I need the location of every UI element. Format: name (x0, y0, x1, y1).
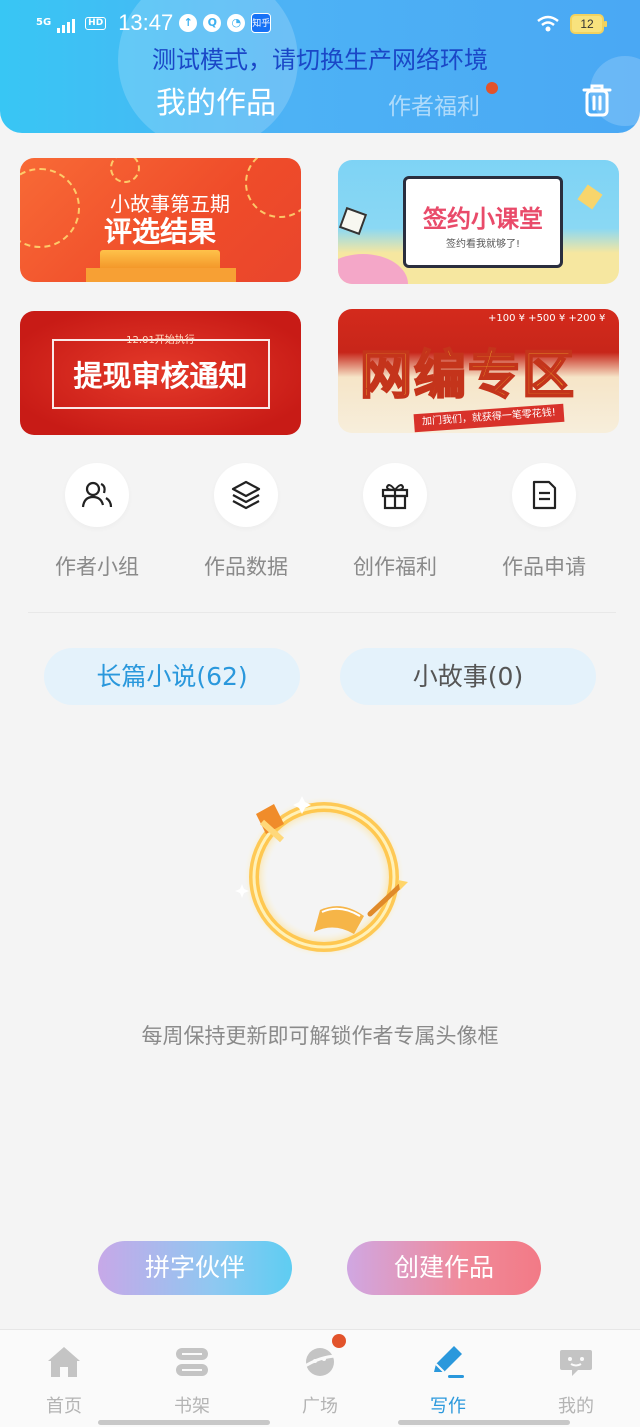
wifi-icon (537, 15, 559, 32)
menu-label: 创作福利 (353, 555, 437, 579)
menu-circle (65, 463, 129, 527)
network-type: 5G (36, 17, 52, 28)
banner-withdraw-notice[interactable]: 12.01开始执行 提现审核通知 (20, 311, 301, 435)
chat-face-icon (560, 1350, 592, 1376)
nav-home[interactable]: 首页 (14, 1342, 114, 1418)
menu-work-application[interactable]: 作品申请 (494, 463, 594, 581)
status-time: 13:47 (118, 10, 174, 35)
page-title[interactable]: 我的作品 (156, 78, 276, 122)
nav-bookshelf[interactable]: 书架 (142, 1342, 242, 1418)
hd-badge: HD (85, 16, 107, 30)
bookshelf-icon (176, 1348, 208, 1376)
bottom-nav: 首页 书架 广场 写作 我的 (0, 1329, 640, 1427)
home-indicator (98, 1420, 270, 1425)
banner-card: 签约小课堂 签约看我就够了! (403, 176, 563, 268)
banner-signing-subtitle: 签约看我就够了! (445, 239, 520, 250)
cube-decoration (577, 184, 603, 210)
layers-icon (231, 480, 261, 510)
battery-indicator: 12 (570, 14, 607, 34)
q-app-icon: Q (203, 14, 222, 32)
nav-label: 我的 (558, 1396, 594, 1417)
trash-icon[interactable] (580, 82, 614, 118)
nav-label: 首页 (46, 1396, 82, 1417)
menu-author-group[interactable]: 作者小组 (47, 463, 147, 581)
stage-decoration (86, 268, 236, 282)
firework-decoration (20, 168, 80, 248)
banner-story-results[interactable]: 小故事第五期 评选结果 (20, 158, 301, 282)
banner-editor-ribbon: 加门我们，就获得一笔零花钱! (413, 403, 565, 433)
planet-icon (301, 1348, 339, 1376)
writing-partner-button[interactable]: 拼字伙伴 (98, 1241, 292, 1295)
status-bar: 5G HD 13:47 ↑ Q ◔ 知乎 12 (0, 8, 640, 42)
banner-signing-title: 签约小课堂 (423, 205, 543, 233)
upload-icon: ↑ (179, 14, 198, 32)
nav-label: 写作 (430, 1396, 466, 1417)
tab-author-welfare[interactable]: 作者福利 (388, 87, 480, 121)
pen-icon (434, 1346, 464, 1378)
banner-story-line2: 评选结果 (104, 215, 217, 248)
author-group-icon (81, 481, 113, 508)
nav-label: 书架 (174, 1396, 210, 1417)
menu-label: 作者小组 (55, 555, 139, 579)
banner-money-text: +100 ¥ +500 ¥ +200 ¥ (488, 313, 606, 324)
section-divider (28, 612, 616, 613)
banner-withdraw-title: 提现审核通知 (73, 359, 248, 393)
firework-decoration (245, 158, 301, 218)
firework-decoration (110, 158, 140, 183)
shape-decoration (338, 254, 408, 284)
menu-creation-welfare[interactable]: 创作福利 (345, 463, 445, 581)
notification-dot (332, 1334, 346, 1348)
menu-label: 作品申请 (502, 555, 586, 579)
nav-write[interactable]: 写作 (398, 1342, 498, 1418)
signal-icon (57, 19, 76, 33)
menu-work-data[interactable]: 作品数据 (196, 463, 296, 581)
menu-label: 作品数据 (204, 555, 288, 579)
menu-circle (214, 463, 278, 527)
tab-long-novel[interactable]: 长篇小说(62) (44, 648, 300, 705)
tab-short-story[interactable]: 小故事(0) (340, 648, 596, 705)
gift-icon (381, 484, 409, 510)
banner-editor-zone[interactable]: +100 ¥ +500 ¥ +200 ¥ 网编专区 加门我们，就获得一笔零花钱! (338, 309, 619, 433)
zhihu-app-icon: 知乎 (251, 13, 272, 33)
home-icon (48, 1347, 80, 1377)
create-work-button[interactable]: 创建作品 (347, 1241, 541, 1295)
compass-icon: ◔ (227, 14, 246, 32)
banner-editor-title: 网编专区 (359, 345, 577, 407)
banner-withdraw-date: 12.01开始执行 (126, 335, 195, 346)
cube-decoration (338, 206, 368, 236)
empty-state-text: 每周保持更新即可解锁作者专属头像框 (141, 1024, 499, 1048)
notification-dot (486, 82, 498, 94)
menu-circle (363, 463, 427, 527)
home-indicator (398, 1420, 570, 1425)
document-icon (532, 480, 557, 510)
banner-signing-class[interactable]: 签约小课堂 签约看我就够了! (338, 160, 619, 284)
avatar-frame-illustration (235, 796, 408, 957)
app-header: 5G HD 13:47 ↑ Q ◔ 知乎 12 测试模式，请切换生产网络环境 我… (0, 0, 640, 133)
menu-circle (512, 463, 576, 527)
nav-label: 广场 (302, 1396, 338, 1417)
test-mode-notice: 测试模式，请切换生产网络环境 (152, 46, 488, 74)
nav-square[interactable]: 广场 (270, 1342, 370, 1418)
nav-mine[interactable]: 我的 (526, 1342, 626, 1418)
